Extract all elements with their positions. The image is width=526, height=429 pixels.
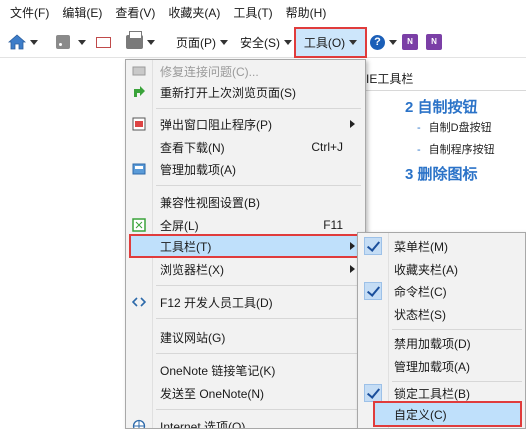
command-bar: 页面(P) 安全(S) ? N N	[0, 26, 526, 58]
help-button[interactable]: ?	[370, 26, 397, 58]
toolbars-submenu: 菜单栏(M) 收藏夹栏(A) 命令栏(C) 状态栏(S) 禁用加载项(D) 管理…	[357, 232, 526, 429]
addons-icon	[132, 163, 146, 175]
checkmark-icon	[364, 237, 382, 255]
help-icon: ?	[370, 34, 385, 50]
page-menu-label: 页面(P)	[176, 35, 216, 50]
print-dropdown-icon[interactable]	[147, 39, 155, 45]
menu-bar: 文件(F) 编辑(E) 查看(V) 收藏夹(A) 工具(T) 帮助(H)	[0, 0, 526, 26]
menu-tools[interactable]: 工具(T)	[229, 0, 276, 26]
menu-separator	[156, 353, 361, 354]
menu-item-fix-connection: 修复连接问题(C)...	[126, 60, 365, 82]
menu-item-onenote-linked-notes[interactable]: OneNote 链接笔记(K)	[126, 359, 365, 381]
safety-menu-button[interactable]: 安全(S)	[240, 26, 292, 58]
onenote-send-button[interactable]: N	[426, 26, 442, 58]
devtools-icon	[132, 297, 146, 307]
internet-options-icon	[132, 419, 146, 428]
mail-icon	[96, 36, 111, 48]
menu-separator	[156, 185, 361, 186]
reopen-icon	[134, 86, 145, 97]
menu-help[interactable]: 帮助(H)	[282, 0, 331, 26]
menu-item-popup-blocker[interactable]: 弹出窗口阻止程序(P)	[126, 113, 365, 135]
menu-item-f12-devtools[interactable]: F12 开发人员工具(D)	[126, 291, 365, 313]
print-button[interactable]	[126, 26, 155, 58]
menu-item-reopen-session[interactable]: 重新打开上次浏览页面(S)	[126, 81, 365, 103]
feeds-dropdown-icon[interactable]	[78, 39, 86, 45]
submenu-item-command-bar[interactable]: 命令栏(C)	[358, 280, 525, 302]
checkmark-icon	[364, 282, 382, 300]
onenote-link-button[interactable]: N	[402, 26, 418, 58]
feeds-button[interactable]	[56, 26, 86, 58]
page-header: IE工具栏	[365, 67, 526, 91]
chevron-down-icon	[284, 39, 292, 45]
submenu-separator	[392, 329, 522, 330]
submenu-item-manage-addons[interactable]: 管理加载项(A)	[358, 355, 525, 377]
shortcut-text: F11	[323, 218, 343, 232]
menu-item-internet-options[interactable]: Internet 选项(O)	[126, 415, 365, 428]
popup-blocker-icon	[132, 117, 146, 131]
sub-item: - 自制D盘按钮	[417, 122, 492, 134]
menu-item-toolbars[interactable]: 工具栏(T)	[126, 235, 365, 257]
rss-icon	[56, 35, 70, 49]
help-dropdown-icon[interactable]	[389, 39, 397, 45]
submenu-item-status-bar[interactable]: 状态栏(S)	[358, 303, 525, 325]
menu-item-suggested-sites[interactable]: 建议网站(G)	[126, 326, 365, 348]
read-mail-button[interactable]	[96, 26, 111, 58]
menu-file[interactable]: 文件(F)	[6, 0, 53, 26]
home-button[interactable]	[8, 26, 38, 58]
tools-menu-label: 工具(O)	[303, 36, 346, 50]
submenu-arrow-icon	[350, 265, 355, 273]
submenu-item-disable-addons[interactable]: 禁用加载项(D)	[358, 332, 525, 354]
menu-item-compat-view[interactable]: 兼容性视图设置(B)	[126, 191, 365, 213]
tools-menu-button[interactable]: 工具(O)	[294, 27, 367, 58]
menu-view[interactable]: 查看(V)	[111, 0, 159, 26]
safety-menu-label: 安全(S)	[240, 35, 280, 50]
page-left-blank	[0, 59, 120, 429]
submenu-arrow-icon	[350, 242, 355, 250]
page-menu-button[interactable]: 页面(P)	[176, 26, 228, 58]
submenu-arrow-icon	[350, 120, 355, 128]
fullscreen-icon	[132, 218, 146, 232]
menu-item-explorer-bars[interactable]: 浏览器栏(X)	[126, 258, 365, 280]
home-dropdown-icon[interactable]	[30, 39, 38, 45]
menu-item-fullscreen[interactable]: 全屏(L) F11	[126, 214, 365, 236]
menu-separator	[156, 285, 361, 286]
onenote-icon: N	[426, 34, 442, 50]
print-icon	[126, 31, 143, 49]
submenu-item-favorites-bar[interactable]: 收藏夹栏(A)	[358, 258, 525, 280]
menu-item-manage-addons[interactable]: 管理加载项(A)	[126, 158, 365, 180]
tools-dropdown-menu: 修复连接问题(C)... 重新打开上次浏览页面(S) 弹出窗口阻止程序(P) 查…	[125, 59, 366, 429]
submenu-item-menu-bar[interactable]: 菜单栏(M)	[358, 235, 525, 257]
shortcut-text: Ctrl+J	[311, 140, 343, 154]
network-icon	[132, 66, 146, 76]
sub-item: - 自制程序按钮	[417, 144, 495, 156]
home-icon	[8, 34, 26, 50]
menu-edit[interactable]: 编辑(E)	[58, 0, 106, 26]
chevron-down-icon	[220, 39, 228, 45]
checkmark-icon	[364, 384, 382, 402]
chevron-down-icon	[349, 40, 358, 45]
menu-favorites[interactable]: 收藏夹(A)	[164, 0, 224, 26]
menu-separator	[156, 409, 361, 410]
section-heading-2: 2 自制按钮	[405, 99, 478, 116]
menu-item-view-downloads[interactable]: 查看下载(N) Ctrl+J	[126, 136, 365, 158]
menu-item-send-to-onenote[interactable]: 发送至 OneNote(N)	[126, 382, 365, 404]
section-heading-3: 3 删除图标	[405, 166, 478, 183]
menu-separator	[156, 318, 361, 319]
menu-separator	[156, 108, 361, 109]
submenu-item-customize[interactable]: 自定义(C)	[358, 403, 525, 425]
onenote-icon: N	[402, 34, 418, 50]
